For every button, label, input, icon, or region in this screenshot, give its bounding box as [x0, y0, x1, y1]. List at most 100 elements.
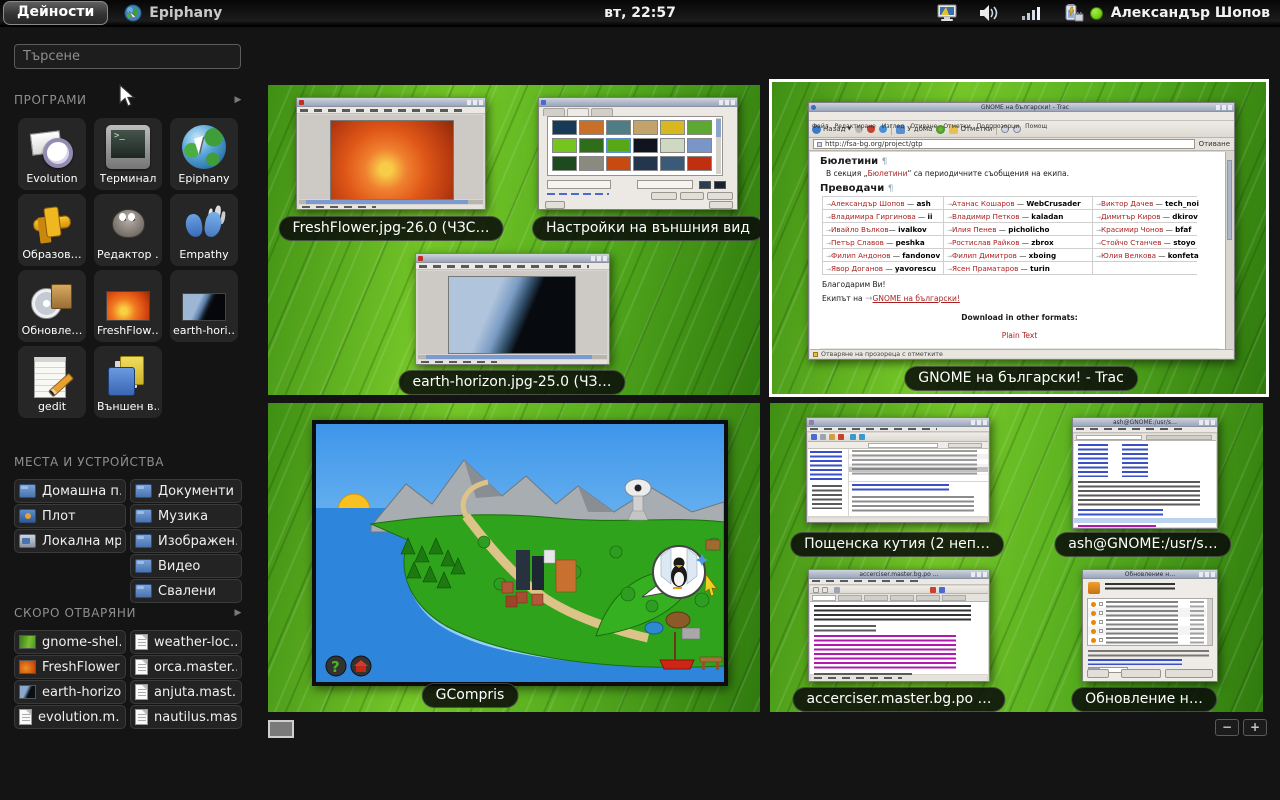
message-list	[849, 449, 988, 481]
window-epiphany-trac[interactable]: GNOME на български! - Trac ФайлРедактира…	[808, 102, 1235, 360]
translator-cell: →Стойчо Станчев — stoyo	[1093, 236, 1199, 248]
place-label: Видео	[158, 559, 200, 574]
recent-item[interactable]: gnome-shel…	[14, 630, 126, 654]
place-label: Свалени	[158, 584, 216, 599]
app-tile[interactable]: Редактор …	[94, 194, 162, 266]
window-label: Пощенска кутия (2 неп…	[790, 532, 1004, 557]
recent-item[interactable]: weather-loc…	[130, 630, 242, 654]
app-tile[interactable]: gedit	[18, 346, 86, 418]
battery-icon[interactable]	[1062, 4, 1084, 23]
icon-epiphany	[182, 125, 226, 169]
chevron-right-icon[interactable]: ▶	[234, 608, 242, 618]
wallpaper-thumb	[687, 156, 712, 171]
workspace-indicator[interactable]	[268, 720, 294, 738]
app-tile[interactable]: Външен в…	[94, 346, 162, 418]
network-signal-icon[interactable]	[1020, 4, 1042, 22]
wallpaper-thumb	[552, 138, 577, 153]
app-menu[interactable]: Epiphany	[124, 4, 222, 23]
recent-item[interactable]: FreshFlower…	[14, 655, 126, 679]
window-gcompris[interactable]: ?	[312, 420, 728, 686]
terminal-body	[1074, 441, 1216, 527]
place-item[interactable]: Свалени	[130, 579, 242, 603]
window-appearance-prefs[interactable]	[538, 97, 738, 210]
pi-music	[135, 509, 152, 523]
ri-shell	[19, 635, 36, 649]
mail-toolbar	[808, 433, 988, 442]
place-item[interactable]: Домашна п…	[14, 479, 126, 503]
restore-button	[651, 192, 677, 200]
app-tile[interactable]: Образов…	[18, 194, 86, 266]
recent-item[interactable]: nautilus.mas…	[130, 705, 242, 729]
wallpaper-thumb	[579, 120, 604, 135]
place-item[interactable]: Музика	[130, 504, 242, 528]
thanks-text: Благодарим Ви!	[822, 280, 1219, 289]
app-label: Образов…	[22, 248, 81, 261]
recent-label: FreshFlower…	[42, 660, 121, 675]
recent-item[interactable]: earth-horizo…	[14, 680, 126, 704]
place-item[interactable]: Видео	[130, 554, 242, 578]
recent-item[interactable]: evolution.m…	[14, 705, 126, 729]
user-menu[interactable]: Александър Шопов	[1090, 0, 1270, 27]
remove-workspace-button[interactable]: −	[1215, 719, 1239, 736]
recent-item[interactable]: orca.master.…	[130, 655, 242, 679]
translator-cell: →Филип Андонов — fandonov	[823, 249, 943, 261]
browser-statusbar: Отваряне на прозореца с отметките	[810, 349, 1233, 358]
translator-cell: →Юлия Велкова — konfeta	[1093, 249, 1199, 261]
window-label: earth-horizon.jpg-25.0 (ЧЗ…	[398, 370, 625, 395]
app-tile[interactable]: Empathy	[170, 194, 238, 266]
place-label: Домашна п…	[42, 484, 121, 499]
volume-icon[interactable]	[978, 4, 1000, 22]
place-item[interactable]: Изображен…	[130, 529, 242, 553]
recent-item[interactable]: anjuta.mast…	[130, 680, 242, 704]
place-item[interactable]: Локална мр…	[14, 529, 126, 553]
user-name: Александър Шопов	[1111, 5, 1270, 21]
display-icon[interactable]	[936, 4, 958, 22]
app-label: Външен в…	[97, 400, 159, 413]
window-gimp-freshflower[interactable]	[296, 97, 486, 210]
chevron-right-icon[interactable]: ▶	[234, 95, 242, 105]
style-combobox	[547, 180, 611, 189]
window-menubar	[416, 263, 609, 270]
window-evolution-mail[interactable]	[806, 417, 990, 523]
help-button	[1087, 669, 1109, 678]
ri-doc	[135, 684, 148, 700]
workspace-4[interactable]: ash@GNOME:/usr/s… Пощенска кутия (2 неп……	[770, 403, 1263, 712]
workspace-3[interactable]: ? GCompris	[268, 403, 760, 712]
icon-update	[30, 277, 74, 321]
check-button	[1121, 669, 1161, 678]
app-label: Evolution	[26, 172, 77, 185]
color-swatch	[699, 181, 711, 189]
app-tile[interactable]: Терминал	[94, 118, 162, 190]
window-title-text: Обновление н…	[1083, 571, 1217, 578]
place-item[interactable]: Плот	[14, 504, 126, 528]
app-tile[interactable]: Evolution	[18, 118, 86, 190]
app-tile[interactable]: earth-hori…	[170, 270, 238, 342]
search-input[interactable]	[14, 44, 241, 69]
window-menubar	[297, 107, 485, 114]
app-tile[interactable]: Обновле…	[18, 270, 86, 342]
page-icon	[817, 142, 822, 147]
activities-button[interactable]: Дейности	[3, 1, 108, 25]
presence-status-icon	[1090, 7, 1103, 20]
url-bar: http://fsa-bg.org/project/gtp Отиване	[809, 138, 1234, 151]
app-tile[interactable]: FreshFlow…	[94, 270, 162, 342]
recent-label: anjuta.mast…	[154, 685, 237, 700]
tab-active	[567, 108, 589, 116]
workspace-2-active[interactable]: GNOME на български! - Trac ФайлРедактира…	[769, 79, 1269, 397]
places-column-2: Документи Музика Изображен… Видео	[130, 479, 242, 603]
window-titlebar	[297, 98, 485, 107]
clock[interactable]: вт, 22:57	[604, 5, 676, 21]
window-gimp-earth[interactable]	[415, 253, 610, 365]
app-tile[interactable]: Epiphany	[170, 118, 238, 190]
app-label: earth-hori…	[173, 324, 235, 337]
recent-label: nautilus.mas…	[154, 710, 237, 725]
icon-gedit	[30, 353, 74, 397]
recent-section-header[interactable]: СКОРО ОТВАРЯНИ ▶	[14, 605, 242, 620]
add-workspace-button[interactable]: +	[1243, 719, 1267, 736]
workspace-1[interactable]: FreshFlower.jpg-26.0 (ЧЗС… Настройки на …	[268, 85, 760, 395]
place-item[interactable]: Документи	[130, 479, 242, 503]
window-terminal[interactable]: ash@GNOME:/usr/s…	[1072, 417, 1218, 529]
flower-image	[330, 120, 454, 200]
window-update-manager[interactable]: Обновление н…	[1082, 569, 1218, 682]
window-gedit-po[interactable]: accerciser.master.bg.po …	[808, 569, 990, 682]
